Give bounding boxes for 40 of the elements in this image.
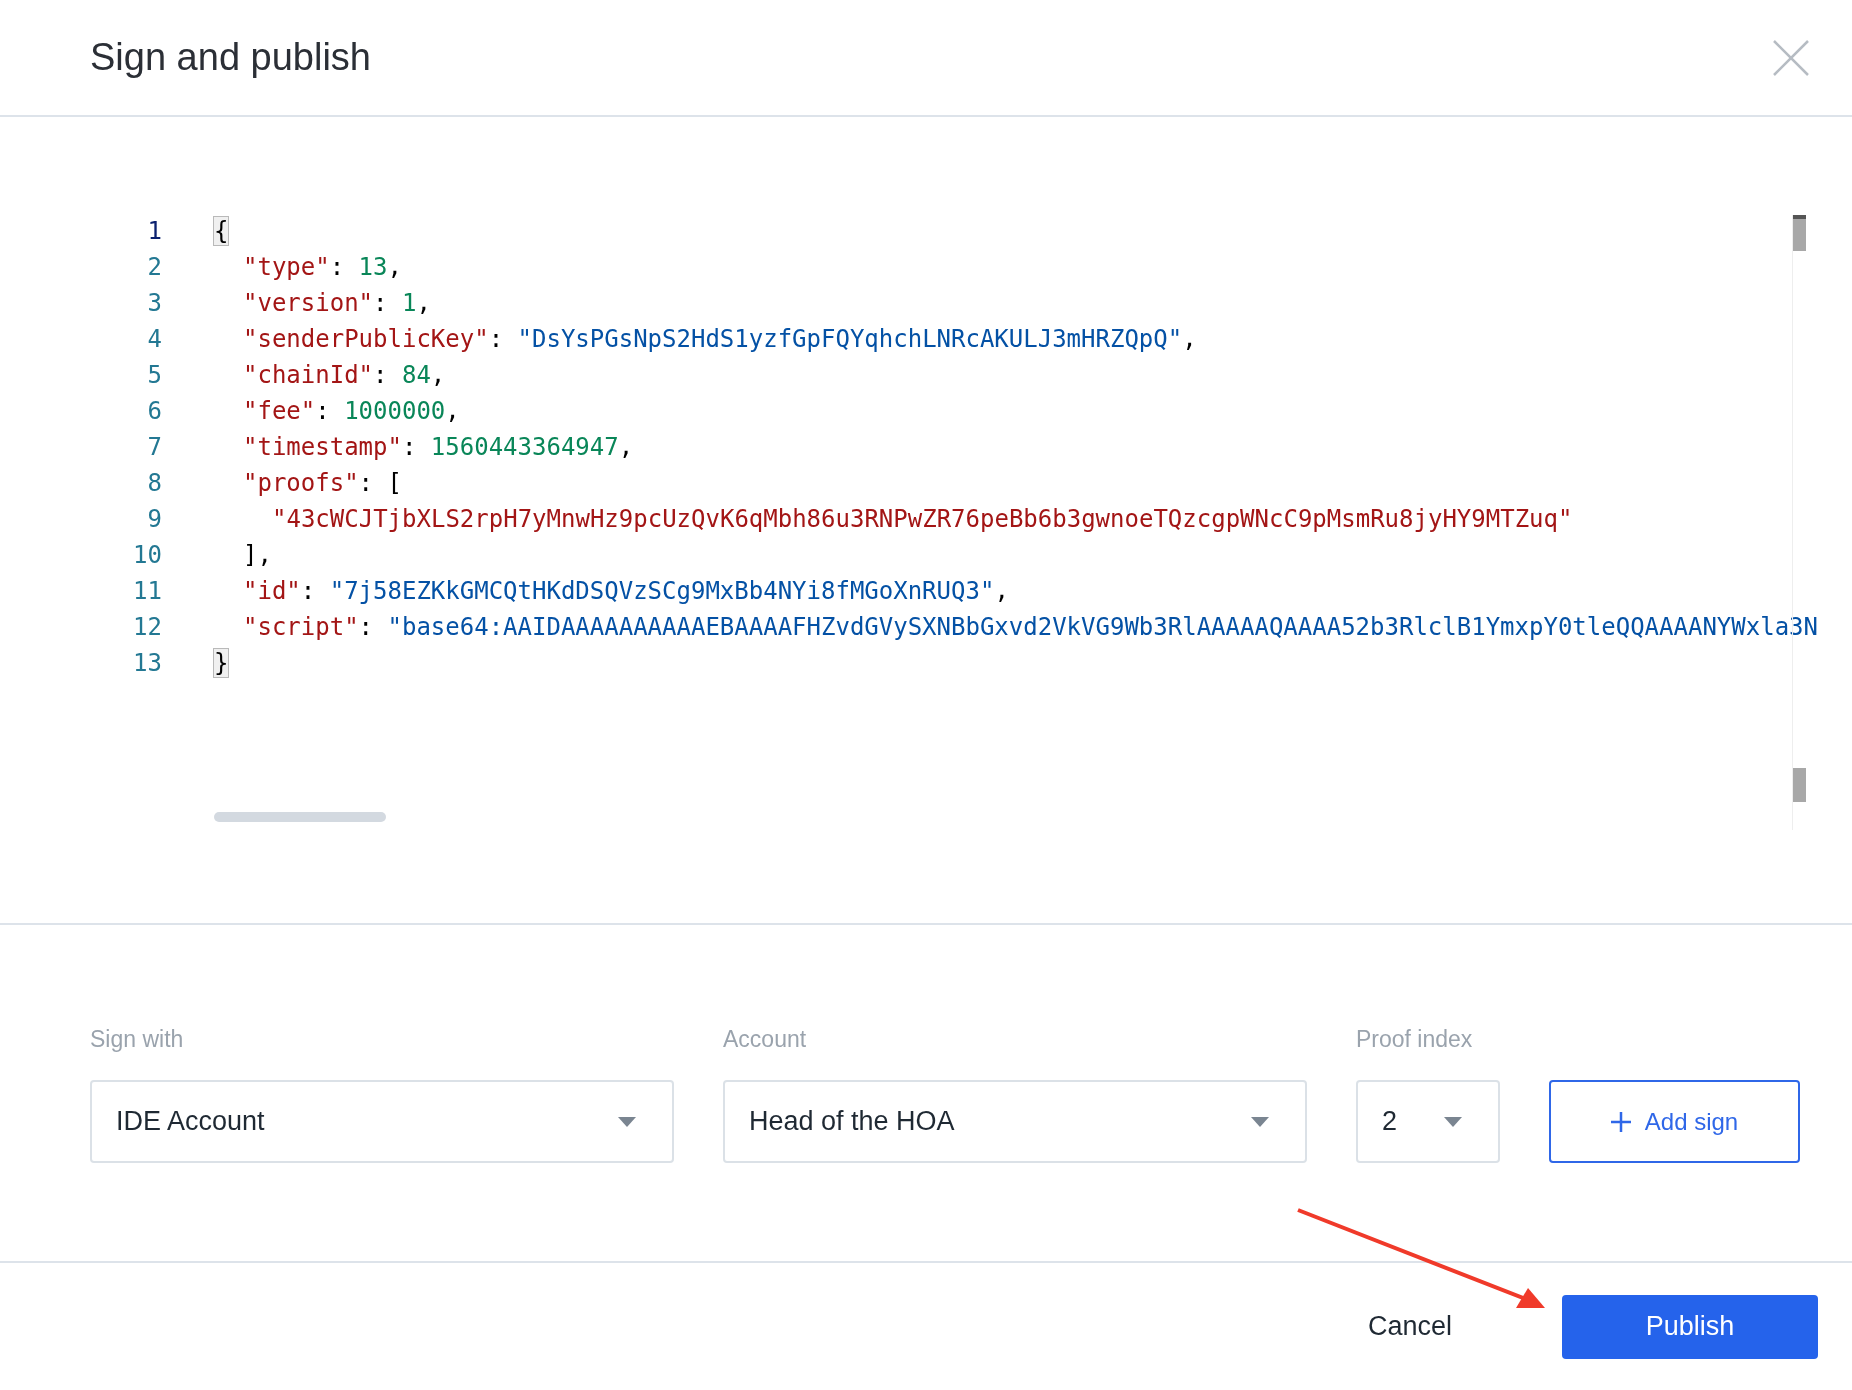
line-number: 9 — [146, 505, 162, 533]
code-line: "chainId": 84, — [243, 361, 446, 389]
line-number: 8 — [146, 469, 162, 497]
line-number: 13 — [132, 649, 162, 677]
line-number: 6 — [146, 397, 162, 425]
select-field[interactable]: Head of the HOA — [723, 1080, 1307, 1163]
code-line: "proofs": [ — [243, 469, 402, 497]
caret-icon — [1444, 1116, 1462, 1127]
code-line: "timestamp": 1560443364947, — [243, 433, 634, 461]
line-number: 3 — [146, 289, 162, 317]
code-line: "version": 1, — [243, 289, 431, 317]
field-label: Account — [723, 1026, 808, 1053]
publish-button[interactable]: Publish — [1562, 1294, 1818, 1359]
code-line: "id": "7j58EZKkGMCQtHKdDSQVzSCg9MxBb4NYi8fMGoXnRUQ3", — [243, 577, 1009, 605]
select-field[interactable]: IDE Account — [90, 1080, 674, 1163]
code-line: "script": "base64:AAIDAAAAAAAAAAEBAAAAFHZvdGVySXNBbGxvd2VkVG9Wb3RlAAAAAQAAAA52b3RlclB1YmxpY0tleQQAAAANYWxla3N — [243, 613, 1818, 641]
select-field[interactable]: 2 — [1356, 1080, 1500, 1163]
line-number: 12 — [132, 613, 162, 641]
horizontal-scrollbar[interactable] — [214, 812, 386, 822]
code-line: "43cWCJTjbXLS2rpH7yMnwHz9pcUzQvK6qMbh86u3RNPwZR76peBb6b3gwnoeTQzcgpWNcC9pMsmRu8jyHY9MTZuq" — [272, 505, 1573, 533]
cancel-button[interactable]: Cancel — [1357, 1301, 1462, 1352]
dialog-title: Sign and publish — [90, 36, 371, 79]
code-line: "senderPublicKey": "DsYsPGsNpS2HdS1yzfGpFQYqhchLNRcAKULJ3mHRZQpQ", — [243, 325, 1197, 353]
field-label: Proof index — [1356, 1026, 1474, 1053]
caret-icon — [1251, 1116, 1269, 1127]
code-line: ], — [243, 541, 272, 569]
line-number: 5 — [146, 361, 162, 389]
code-line: "type": 13, — [243, 253, 402, 281]
line-number: 7 — [146, 433, 162, 461]
line-number: 10 — [132, 541, 162, 569]
field-label: Sign with — [90, 1026, 185, 1053]
line-number: 11 — [132, 577, 162, 605]
line-number: 2 — [146, 253, 162, 281]
plus-icon — [1610, 1111, 1631, 1132]
line-number: 1 — [146, 217, 162, 245]
caret-icon — [618, 1116, 636, 1127]
add-sign-button[interactable]: Add sign — [1549, 1080, 1800, 1163]
close-icon — [1772, 38, 1810, 77]
line-number: 4 — [146, 325, 162, 353]
code-line: "fee": 1000000, — [243, 397, 460, 425]
